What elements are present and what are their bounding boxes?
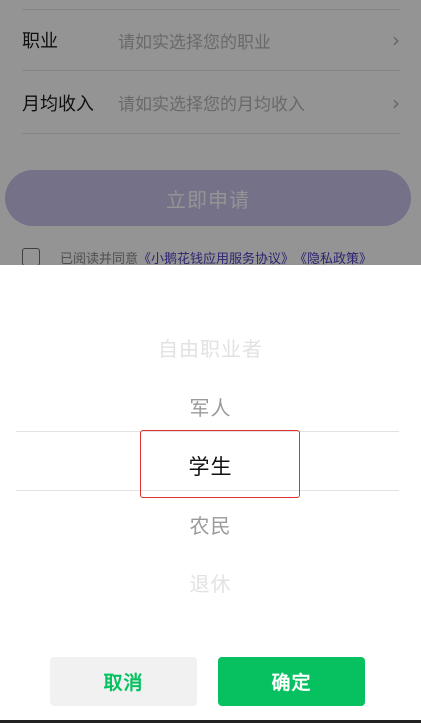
occupation-picker-sheet: 自由职业者 军人 学生 农民 退休 取消 确定 — [0, 265, 421, 723]
picker-option[interactable]: 军人 — [0, 392, 421, 421]
picker-option[interactable]: 退休 — [0, 568, 421, 597]
selection-highlight-box — [140, 430, 300, 498]
picker-option[interactable]: 农民 — [0, 510, 421, 539]
dim-overlay[interactable] — [0, 0, 421, 265]
picker-option[interactable]: 自由职业者 — [0, 333, 421, 362]
cancel-button[interactable]: 取消 — [50, 657, 197, 706]
confirm-button[interactable]: 确定 — [218, 657, 365, 706]
